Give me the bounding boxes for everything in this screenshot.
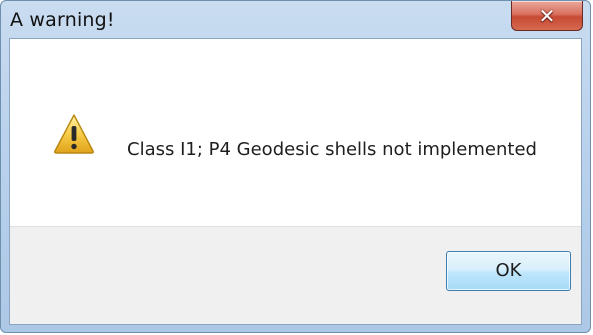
close-button[interactable]: ✕ (511, 1, 583, 31)
close-icon: ✕ (538, 4, 556, 28)
ok-button[interactable]: OK (446, 251, 571, 291)
dialog-title: A warning! (10, 9, 115, 31)
warning-dialog: A warning! ✕ Class I1; P4 Geodesic shell… (0, 0, 591, 333)
title-bar[interactable]: A warning! ✕ (1, 1, 590, 39)
dialog-content: Class I1; P4 Geodesic shells not impleme… (9, 38, 582, 325)
button-area: OK (10, 226, 581, 324)
message-text: Class I1; P4 Geodesic shells not impleme… (127, 139, 537, 160)
message-area: Class I1; P4 Geodesic shells not impleme… (10, 39, 581, 226)
warning-icon (54, 114, 94, 154)
